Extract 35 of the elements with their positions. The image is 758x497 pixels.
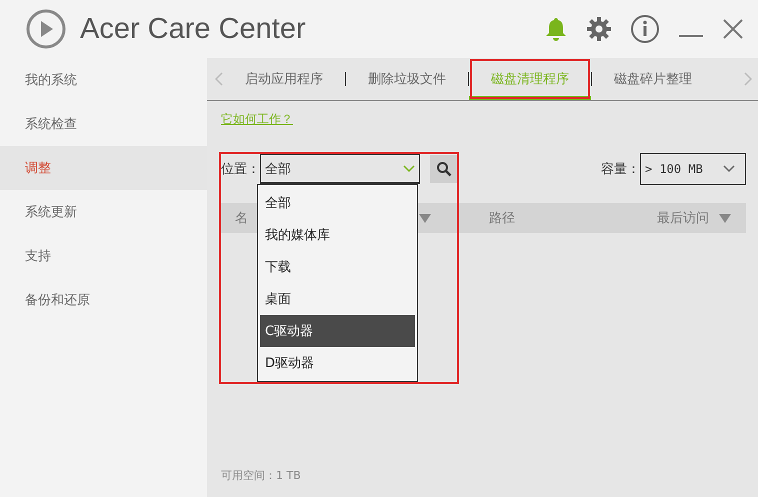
sidebar-item[interactable]: 我的系统 <box>0 58 207 102</box>
dropdown-option[interactable]: C驱动器 <box>260 315 415 347</box>
tab[interactable]: 磁盘碎片整理 <box>592 58 714 100</box>
size-label: 容量： <box>601 161 640 178</box>
dropdown-option[interactable]: 我的媒体库 <box>260 219 415 251</box>
chevron-down-icon <box>723 165 735 173</box>
location-label: 位置： <box>221 161 260 178</box>
free-space-text: 可用空间：1 TB <box>221 468 302 483</box>
window-title: Acer Care Center <box>80 12 307 46</box>
column-header[interactable]: 名 <box>235 209 248 227</box>
size-dropdown[interactable]: > 100 MB <box>640 153 746 185</box>
app-logo-icon <box>24 7 68 51</box>
sidebar-item[interactable]: 系统更新 <box>0 190 207 234</box>
dropdown-option[interactable]: 全部 <box>260 187 415 219</box>
chevron-down-icon <box>403 164 415 172</box>
settings-icon[interactable] <box>586 16 612 42</box>
sidebar-item[interactable]: 调整 <box>0 146 207 190</box>
tab[interactable]: 启动应用程序 <box>223 58 345 100</box>
search-icon <box>436 161 452 177</box>
tab[interactable]: 删除垃圾文件 <box>346 58 468 100</box>
sort-arrow-icon[interactable] <box>419 214 431 222</box>
search-button[interactable] <box>430 155 458 183</box>
sort-arrow-icon[interactable] <box>719 214 731 222</box>
bell-icon[interactable] <box>544 16 568 42</box>
dropdown-option[interactable]: D驱动器 <box>260 347 415 379</box>
dropdown-option[interactable]: 桌面 <box>260 283 415 315</box>
column-header[interactable]: 路径 <box>489 209 515 227</box>
close-icon[interactable] <box>722 18 744 40</box>
sidebar-item[interactable]: 系统检查 <box>0 102 207 146</box>
sidebar-item[interactable]: 备份和还原 <box>0 278 207 322</box>
dropdown-option[interactable]: 下载 <box>260 251 415 283</box>
sidebar-item[interactable]: 支持 <box>0 234 207 278</box>
info-icon[interactable] <box>630 14 660 44</box>
column-header[interactable]: 最后访问 <box>657 209 709 227</box>
location-dropdown[interactable]: 全部 <box>260 154 420 184</box>
